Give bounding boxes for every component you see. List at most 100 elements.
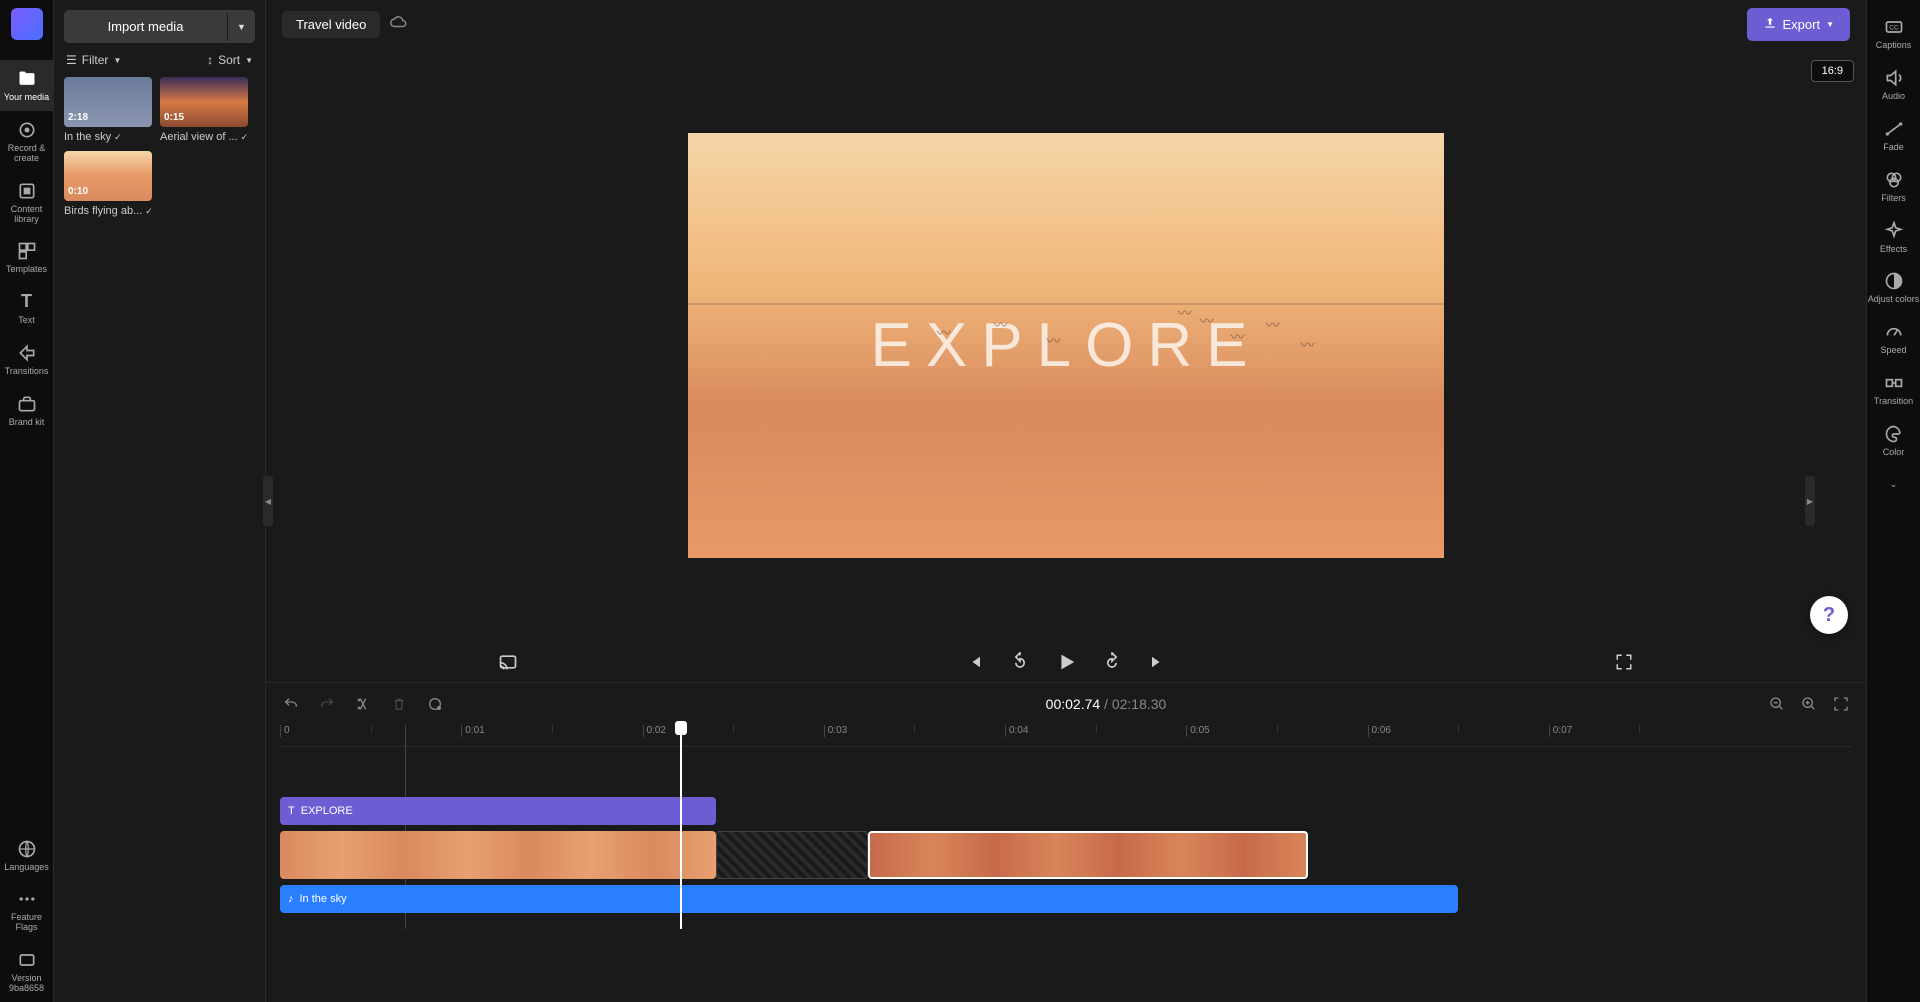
- audio-clip[interactable]: ♪ In the sky: [280, 885, 1458, 913]
- sort-icon: ↕: [207, 53, 213, 67]
- prop-speed[interactable]: Speed: [1867, 313, 1920, 364]
- prop-label: Fade: [1883, 143, 1904, 153]
- prop-label: Audio: [1882, 92, 1905, 102]
- prop-adjust-colors[interactable]: Adjust colors: [1867, 262, 1920, 313]
- thumb-label: Aerial view of ...: [160, 131, 238, 143]
- import-media-label[interactable]: Import media: [64, 10, 227, 43]
- media-thumb[interactable]: 2:18 In the sky✓: [64, 77, 152, 143]
- forward-button[interactable]: [1100, 650, 1124, 674]
- thumb-label: In the sky: [64, 131, 111, 143]
- fade-icon: [1883, 118, 1905, 140]
- prop-captions[interactable]: CCCaptions: [1867, 8, 1920, 59]
- zoom-in-button[interactable]: [1798, 693, 1820, 715]
- flag-icon: [16, 888, 38, 910]
- music-icon: ♪: [288, 893, 294, 905]
- prop-fade[interactable]: Fade: [1867, 110, 1920, 161]
- sort-button[interactable]: ↕ Sort ▼: [207, 53, 253, 67]
- nav-label: Languages: [4, 863, 49, 873]
- thumb-duration: 2:18: [68, 112, 88, 123]
- zoom-fit-button[interactable]: [1830, 693, 1852, 715]
- zoom-out-button[interactable]: [1766, 693, 1788, 715]
- transport-controls: [266, 642, 1866, 682]
- rewind-button[interactable]: [1008, 650, 1032, 674]
- video-clip-2[interactable]: [868, 831, 1308, 879]
- delete-button[interactable]: [388, 693, 410, 715]
- cloud-sync-icon[interactable]: [390, 13, 408, 36]
- collapse-right-panel[interactable]: ▶: [1805, 476, 1815, 526]
- nav-text[interactable]: T Text: [0, 283, 54, 334]
- media-thumb[interactable]: 0:10 Birds flying ab...✓: [64, 151, 152, 217]
- import-media-caret[interactable]: ▼: [227, 13, 255, 41]
- clip-label: In the sky: [300, 893, 347, 905]
- briefcase-icon: [16, 393, 38, 415]
- prop-color[interactable]: Color: [1867, 415, 1920, 466]
- play-button[interactable]: [1054, 650, 1078, 674]
- prop-more[interactable]: ⌄: [1867, 466, 1920, 507]
- gap-clip[interactable]: [716, 831, 868, 879]
- svg-text:CC: CC: [1889, 25, 1899, 32]
- cast-icon[interactable]: [496, 650, 520, 674]
- text-clip[interactable]: T EXPLORE: [280, 797, 716, 825]
- nav-feature-flags[interactable]: Feature Flags: [0, 880, 54, 941]
- export-button[interactable]: Export ▼: [1747, 8, 1851, 41]
- globe-icon: [16, 838, 38, 860]
- import-media-button[interactable]: Import media ▼: [64, 10, 255, 43]
- check-icon: ✓: [114, 132, 122, 143]
- filter-icon: ☰: [66, 53, 77, 67]
- prop-label: Effects: [1880, 245, 1907, 255]
- timeline-ruler[interactable]: 00:010:020:030:040:050:060:07: [280, 725, 1852, 747]
- fullscreen-button[interactable]: [1612, 650, 1636, 674]
- project-title-input[interactable]: Travel video: [282, 11, 380, 38]
- text-icon: T: [288, 805, 295, 817]
- nav-record-create[interactable]: Record & create: [0, 111, 54, 172]
- aspect-ratio-button[interactable]: 16:9: [1811, 60, 1854, 82]
- sort-label: Sort: [218, 53, 240, 67]
- ruler-mark: 0:04: [1005, 725, 1028, 737]
- undo-button[interactable]: [280, 693, 302, 715]
- help-button[interactable]: ?: [1810, 596, 1848, 634]
- crop-button[interactable]: [424, 693, 446, 715]
- nav-templates[interactable]: Templates: [0, 232, 54, 283]
- ruler-mark: 0:07: [1549, 725, 1572, 737]
- time-total: 02:18.30: [1112, 696, 1167, 712]
- collapse-media-panel[interactable]: ◀: [263, 476, 273, 526]
- nav-content-library[interactable]: Content library: [0, 172, 54, 233]
- video-preview[interactable]: 〰 〰 〰 〰 〰 〰 〰 〰 EXPLORE: [688, 133, 1444, 558]
- palette-icon: [1883, 423, 1905, 445]
- nav-label: Text: [18, 316, 35, 326]
- nav-brand-kit[interactable]: Brand kit: [0, 385, 54, 436]
- prop-audio[interactable]: Audio: [1867, 59, 1920, 110]
- prop-label: Color: [1883, 448, 1905, 458]
- timeline-tracks[interactable]: T EXPLORE ♪ In the sky: [266, 747, 1866, 929]
- version-icon: [16, 949, 38, 971]
- playhead[interactable]: [680, 725, 682, 929]
- skip-forward-button[interactable]: [1146, 650, 1170, 674]
- ruler-mark: 0:05: [1186, 725, 1209, 737]
- prop-label: Adjust colors: [1868, 295, 1920, 305]
- filter-label: Filter: [82, 53, 109, 67]
- nav-label: Your media: [4, 93, 49, 103]
- top-bar: Travel video Export ▼: [266, 0, 1866, 48]
- nav-version[interactable]: Version 9ba8658: [0, 941, 54, 1002]
- ruler-mark: 0:02: [643, 725, 666, 737]
- split-button[interactable]: [352, 693, 374, 715]
- media-thumb[interactable]: 0:15 Aerial view of ...✓: [160, 77, 248, 143]
- timecode: 00:02.74 / 02:18.30: [460, 696, 1752, 712]
- transitions-icon: [16, 342, 38, 364]
- video-clip-1[interactable]: [280, 831, 716, 879]
- nav-languages[interactable]: Languages: [0, 830, 54, 881]
- skip-back-button[interactable]: [962, 650, 986, 674]
- prop-filters[interactable]: Filters: [1867, 161, 1920, 212]
- app-logo[interactable]: [11, 8, 43, 40]
- prop-effects[interactable]: Effects: [1867, 212, 1920, 263]
- right-properties-rail: CCCaptions Audio Fade Filters Effects Ad…: [1866, 0, 1920, 1002]
- media-panel: Import media ▼ ☰ Filter ▼ ↕ Sort ▼ 2:18 …: [54, 0, 266, 1002]
- filter-button[interactable]: ☰ Filter ▼: [66, 53, 121, 67]
- nav-your-media[interactable]: Your media: [0, 60, 54, 111]
- thumb-duration: 0:15: [164, 112, 184, 123]
- export-label: Export: [1783, 17, 1821, 32]
- nav-transitions[interactable]: Transitions: [0, 334, 54, 385]
- redo-button[interactable]: [316, 693, 338, 715]
- nav-label: Feature Flags: [0, 913, 54, 933]
- prop-transition[interactable]: Transition: [1867, 364, 1920, 415]
